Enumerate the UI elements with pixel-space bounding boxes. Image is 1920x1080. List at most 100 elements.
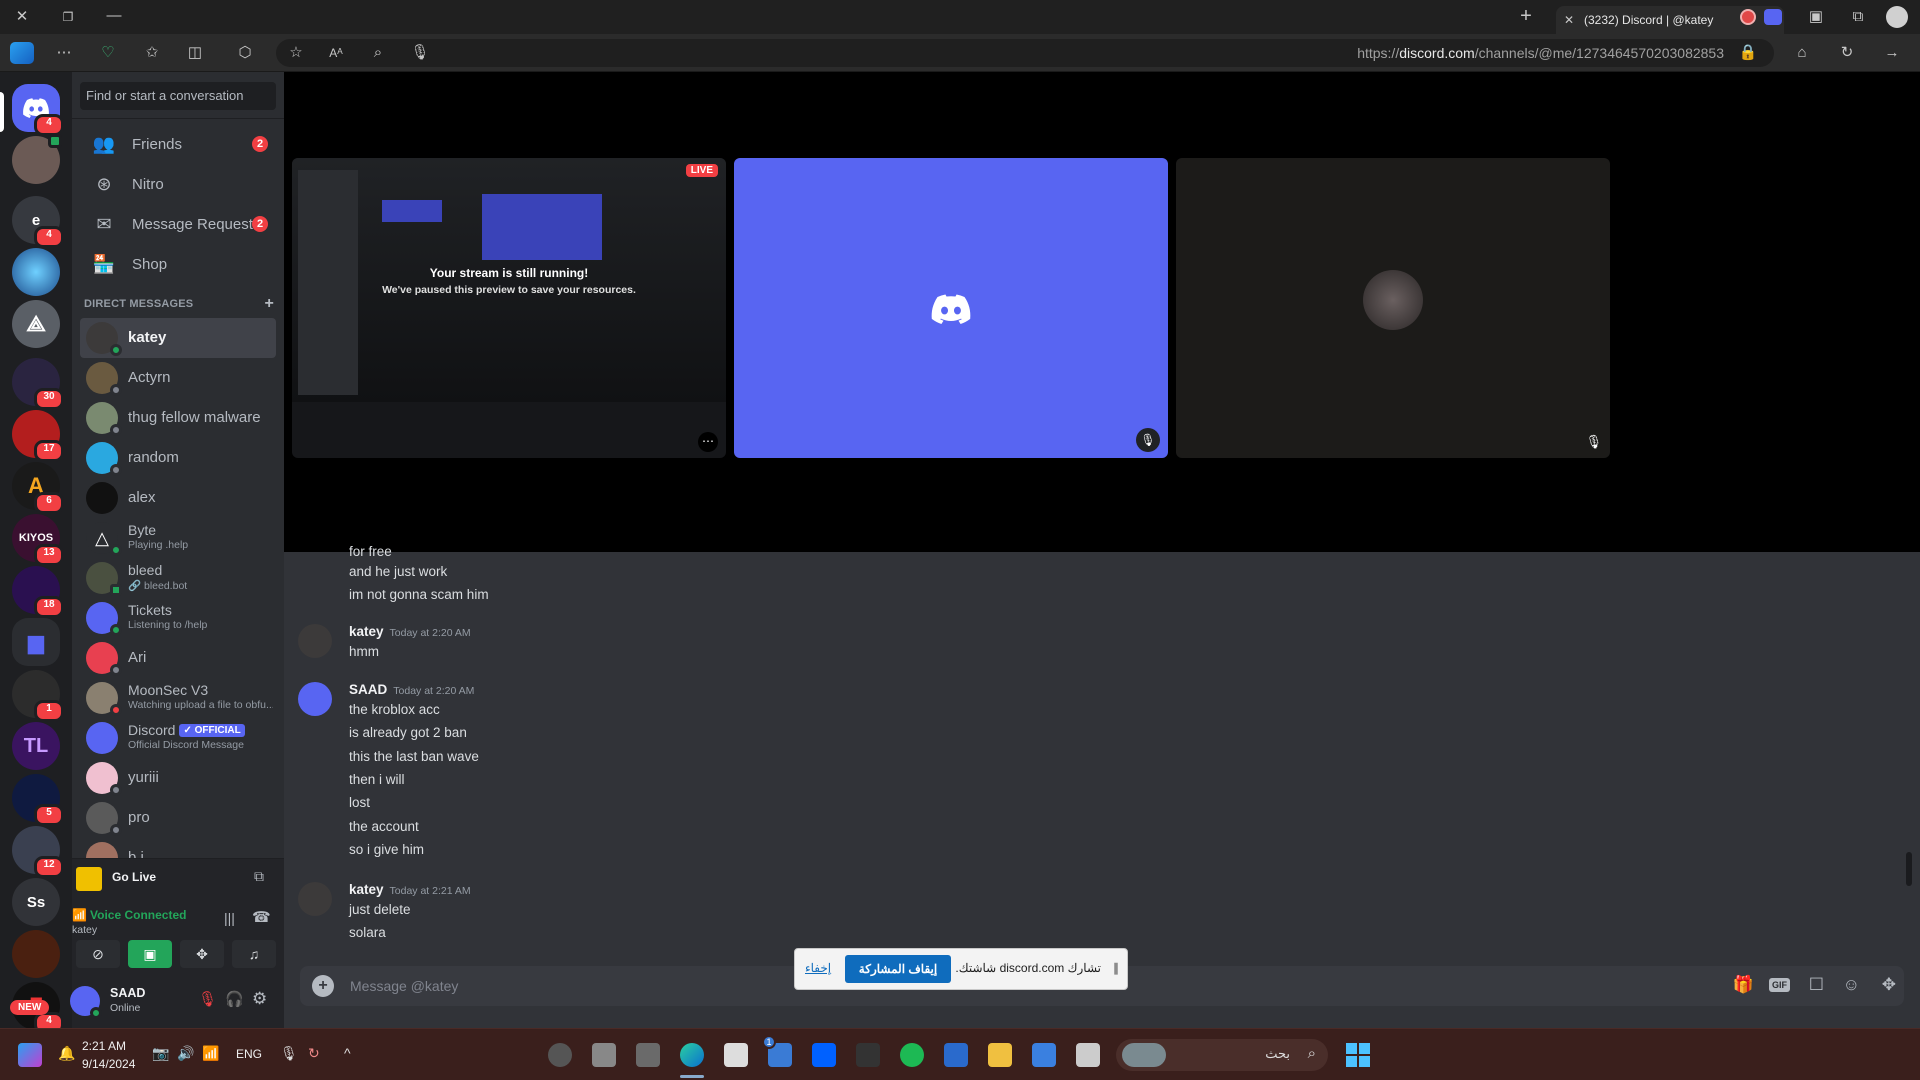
profile-icon[interactable] bbox=[1886, 6, 1908, 28]
copilot-taskbar-icon[interactable] bbox=[18, 1043, 42, 1067]
camera-button[interactable]: ⊘ bbox=[76, 940, 120, 968]
task-view-icon[interactable] bbox=[1076, 1043, 1100, 1067]
dm-moonsec[interactable]: MoonSec V3 Watching upload a file to obf… bbox=[80, 678, 276, 718]
tab-actions-icon[interactable]: ▣ bbox=[1806, 7, 1826, 27]
stream-tile[interactable]: LIVE Your stream is still running! We've… bbox=[292, 158, 726, 458]
mic-muted-icon[interactable]: 🎙 bbox=[198, 990, 217, 1008]
screen-share-button[interactable]: ▣ bbox=[128, 940, 172, 968]
dm-tickets[interactable]: Tickets Listening to /help bbox=[80, 598, 276, 638]
go-live-panel[interactable]: Go Live ⧉ bbox=[72, 858, 284, 896]
guild-e[interactable]: e4 bbox=[12, 196, 64, 248]
dm-byte[interactable]: △ Byte Playing .help bbox=[80, 518, 276, 558]
message-author[interactable]: SAAD bbox=[349, 682, 387, 697]
sync-tray-icon[interactable]: ↻ bbox=[308, 1045, 320, 1062]
message-avatar[interactable] bbox=[298, 882, 332, 916]
app-icon-notepad[interactable] bbox=[724, 1043, 748, 1067]
more-icon[interactable]: ⋯ bbox=[54, 43, 74, 63]
guild-orange[interactable] bbox=[12, 930, 60, 978]
guild-dark[interactable]: 1 bbox=[12, 670, 64, 722]
guild-purple[interactable]: 18 bbox=[12, 566, 64, 618]
guild-kiyos[interactable]: KIYOS 13 bbox=[12, 514, 64, 566]
guild-tl[interactable]: TL bbox=[12, 722, 60, 770]
dm-katey[interactable]: katey bbox=[80, 318, 276, 358]
guild-kroblox[interactable]: 30 bbox=[12, 358, 64, 410]
favorite-star-icon[interactable]: ☆ bbox=[286, 43, 306, 63]
dm-random[interactable]: random bbox=[80, 438, 276, 478]
noise-suppression-icon[interactable]: ||| bbox=[224, 910, 235, 926]
dm-bi[interactable]: b.i bbox=[80, 838, 276, 858]
nav-message-requests[interactable]: ✉ Message Requests 2 bbox=[80, 204, 276, 244]
new-tab-icon[interactable]: + bbox=[1516, 6, 1536, 26]
camera-icon[interactable]: 📷 bbox=[152, 1045, 169, 1062]
close-window-icon[interactable]: ✕ bbox=[12, 7, 32, 27]
nav-nitro[interactable]: ⊛ Nitro bbox=[80, 164, 276, 204]
copilot-icon[interactable] bbox=[10, 42, 34, 64]
refresh-icon[interactable]: ↻ bbox=[1837, 43, 1857, 63]
health-icon[interactable]: ♡ bbox=[98, 43, 118, 63]
extension-icon[interactable] bbox=[1764, 9, 1782, 25]
notification-bell-icon[interactable]: 🔔 bbox=[58, 1045, 75, 1062]
participant-tile-katey[interactable]: 🎙 bbox=[1176, 158, 1610, 458]
stop-sharing-button[interactable]: إيقاف المشاركة bbox=[845, 955, 951, 983]
add-attachment-icon[interactable]: + bbox=[312, 975, 334, 997]
soundboard-button[interactable]: ♫ bbox=[232, 940, 276, 968]
dm-discord[interactable]: Discord ✓ OFFICIAL Official Discord Messa… bbox=[80, 718, 276, 758]
emoji-icon[interactable]: ☺ bbox=[1843, 975, 1860, 995]
language-indicator[interactable]: ENG bbox=[236, 1047, 262, 1061]
clock-time[interactable]: 2:21 AM bbox=[82, 1039, 126, 1053]
gift-icon[interactable]: 🎁 bbox=[1733, 975, 1754, 995]
signal-icon[interactable]: 📶 bbox=[72, 908, 87, 922]
app-icon-cube[interactable] bbox=[592, 1043, 616, 1067]
screen-share-icon[interactable]: ⧉ bbox=[254, 868, 264, 885]
windows-start-icon[interactable] bbox=[1346, 1043, 1370, 1067]
activities-button[interactable]: ✥ bbox=[180, 940, 224, 968]
store-icon[interactable]: 1 bbox=[762, 1035, 792, 1067]
guild-triangle[interactable]: ⟁ bbox=[12, 300, 60, 348]
headphones-icon[interactable]: 🎧 bbox=[225, 990, 244, 1008]
message-avatar[interactable] bbox=[298, 682, 332, 716]
dm-thug-fellow-malware[interactable]: thug fellow malware bbox=[80, 398, 276, 438]
nav-friends[interactable]: 👥 Friends 2 bbox=[80, 124, 276, 164]
guild-red[interactable]: 17 bbox=[12, 410, 64, 462]
extensions-icon[interactable]: ⬡ bbox=[235, 43, 255, 63]
message-avatar[interactable] bbox=[298, 624, 332, 658]
guild-ss[interactable]: Ss bbox=[12, 878, 60, 926]
microphone-icon[interactable]: 🎙 bbox=[410, 43, 430, 63]
app-icon-shield[interactable] bbox=[944, 1043, 968, 1067]
guild-navy[interactable]: 5 bbox=[12, 774, 64, 826]
app-icon-3d[interactable] bbox=[636, 1043, 660, 1067]
voice-status[interactable]: Voice Connected bbox=[90, 908, 186, 922]
guild-avatar-1[interactable] bbox=[12, 134, 62, 184]
spotify-icon[interactable] bbox=[900, 1043, 924, 1067]
message-author[interactable]: katey bbox=[349, 624, 384, 639]
nav-shop[interactable]: 🏪 Shop bbox=[80, 244, 276, 284]
create-dm-icon[interactable]: + bbox=[264, 295, 274, 313]
microphone-tray-icon[interactable]: 🎙 bbox=[280, 1045, 298, 1062]
volume-icon[interactable]: 🔊 bbox=[177, 1045, 194, 1062]
guild-blue[interactable] bbox=[12, 248, 60, 296]
dm-yuriii[interactable]: yuriii bbox=[80, 758, 276, 798]
dropbox-icon[interactable] bbox=[812, 1043, 836, 1067]
dm-alex[interactable]: alex bbox=[80, 478, 276, 518]
app-icon-star[interactable] bbox=[548, 1043, 572, 1067]
split-screen-icon[interactable]: ◫ bbox=[185, 43, 205, 63]
read-aloud-icon[interactable]: Aᴬ bbox=[326, 43, 346, 63]
recording-icon[interactable] bbox=[1740, 9, 1756, 25]
message-author[interactable]: katey bbox=[349, 882, 384, 897]
guild-gray[interactable]: 12 bbox=[12, 826, 64, 878]
gif-icon[interactable]: GIF bbox=[1769, 978, 1790, 992]
home-button[interactable]: 4 bbox=[12, 84, 64, 136]
user-name[interactable]: SAAD bbox=[110, 986, 145, 1000]
taskbar-search[interactable]: بحث ⌕ bbox=[1116, 1039, 1328, 1071]
address-bar[interactable]: ☆ Aᴬ ⌕ 🎙 https://discord.com/channels/@m… bbox=[276, 39, 1774, 67]
find-icon[interactable]: ⌕ bbox=[368, 43, 388, 63]
lock-icon[interactable]: 🔒 bbox=[1738, 43, 1758, 63]
file-explorer-icon[interactable] bbox=[988, 1043, 1012, 1067]
guild-a[interactable]: A6 bbox=[12, 462, 64, 514]
chat-scrollbar[interactable] bbox=[1906, 852, 1912, 886]
hide-button[interactable]: إخفاء bbox=[805, 961, 831, 975]
forward-icon[interactable]: → bbox=[1882, 43, 1902, 63]
stream-more-icon[interactable]: ⋯ bbox=[698, 432, 718, 452]
home-icon[interactable]: ⌂ bbox=[1792, 43, 1812, 63]
favorites-icon[interactable]: ✩ bbox=[142, 43, 162, 63]
